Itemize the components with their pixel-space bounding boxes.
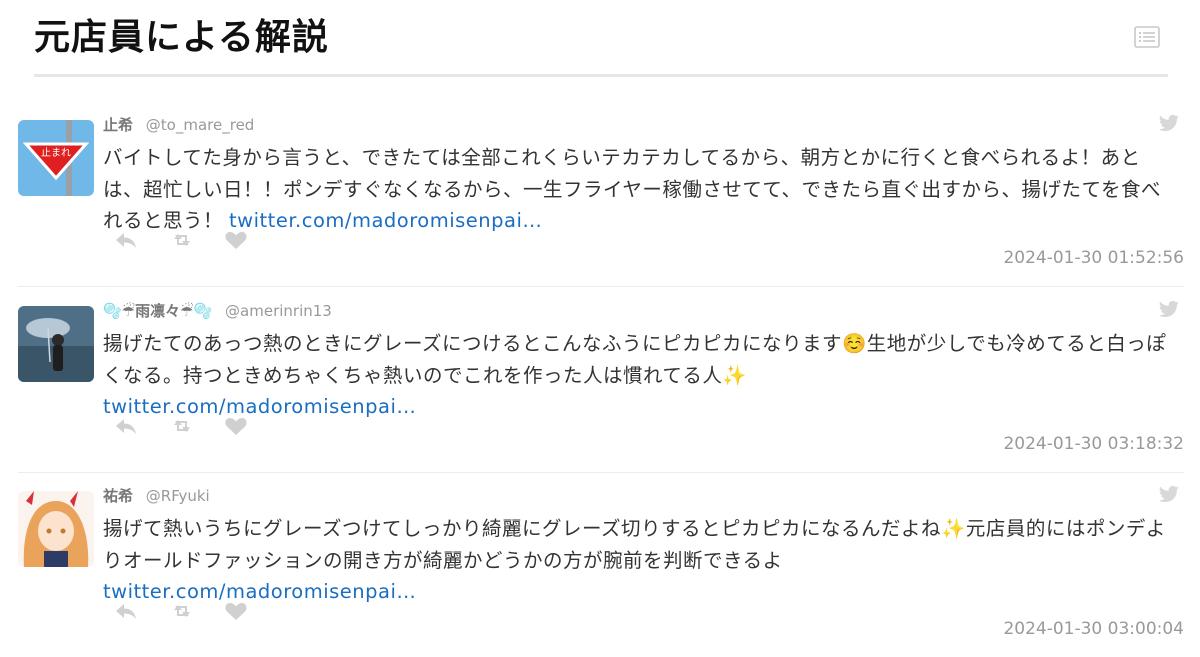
tweet-card: 止まれ 止希 @to_mare_red バイトしてた身から言うと、できたては全部… xyxy=(18,100,1184,287)
reply-icon[interactable] xyxy=(114,601,138,621)
tweet-timestamp[interactable]: 2024-01-30 01:52:56 xyxy=(1003,248,1184,268)
tweet-link[interactable]: twitter.com/madoromisenpai… xyxy=(229,209,542,232)
tweet-timestamp[interactable]: 2024-01-30 03:00:04 xyxy=(1003,619,1184,639)
user-name[interactable]: 止希 xyxy=(103,116,133,134)
twitter-bird-icon[interactable] xyxy=(1158,300,1180,320)
heart-icon[interactable] xyxy=(224,601,248,621)
tweet-text: 揚げて熱いうちにグレーズつけてしっかり綺麗にグレーズ切りするとピカピカになるんだ… xyxy=(103,513,1179,608)
twitter-bird-icon[interactable] xyxy=(1158,114,1180,134)
user-handle[interactable]: @to_mare_red xyxy=(146,116,255,134)
reply-icon[interactable] xyxy=(114,230,138,250)
tweet-text: バイトしてた身から言うと、できたては全部これくらいテカテカしてるから、朝方とかに… xyxy=(103,142,1179,237)
tweet-body: 揚げたてのあっつ熱のときにグレーズにつけるとこんなふうにピカピカになります☺️生… xyxy=(103,332,1167,387)
retweet-icon[interactable] xyxy=(170,230,194,250)
list-icon[interactable] xyxy=(1134,26,1160,48)
tweet-timestamp[interactable]: 2024-01-30 03:18:32 xyxy=(1003,434,1184,454)
retweet-icon[interactable] xyxy=(170,416,194,436)
heart-icon[interactable] xyxy=(224,416,248,436)
tweet-card: 祐希 @RFyuki 揚げて熱いうちにグレーズつけてしっかり綺麗にグレーズ切りす… xyxy=(18,471,1184,657)
avatar[interactable] xyxy=(18,306,94,382)
avatar[interactable] xyxy=(18,491,94,567)
tweet-meta: 祐希 @RFyuki xyxy=(103,485,210,506)
tweet-card: 🫧☔雨凛々☔🫧 @amerinrin13 揚げたてのあっつ熱のときにグレーズにつ… xyxy=(18,286,1184,473)
retweet-icon[interactable] xyxy=(170,601,194,621)
tweet-link[interactable]: twitter.com/madoromisenpai… xyxy=(103,576,1179,608)
user-handle[interactable]: @amerinrin13 xyxy=(225,302,332,320)
avatar[interactable]: 止まれ xyxy=(18,120,94,196)
twitter-bird-icon[interactable] xyxy=(1158,485,1180,505)
user-name[interactable]: 祐希 xyxy=(103,487,133,505)
tweet-body: 揚げて熱いうちにグレーズつけてしっかり綺麗にグレーズ切りするとピカピカになるんだ… xyxy=(103,517,1166,572)
anime-character-avatar-image xyxy=(18,491,94,567)
tweet-text: 揚げたてのあっつ熱のときにグレーズにつけるとこんなふうにピカピカになります☺️生… xyxy=(103,328,1179,423)
user-name[interactable]: 🫧☔雨凛々☔🫧 xyxy=(103,302,212,320)
reply-icon[interactable] xyxy=(114,416,138,436)
article-header: 元店員による解説 xyxy=(34,0,1168,77)
tweet-meta: 止希 @to_mare_red xyxy=(103,114,254,135)
umbrella-girl-avatar-image xyxy=(18,306,94,382)
tweet-meta: 🫧☔雨凛々☔🫧 @amerinrin13 xyxy=(103,300,332,321)
heart-icon[interactable] xyxy=(224,230,248,250)
user-handle[interactable]: @RFyuki xyxy=(146,487,210,505)
stop-sign-avatar-image: 止まれ xyxy=(18,120,94,196)
stop-sign-text: 止まれ xyxy=(41,147,71,159)
tweet-link[interactable]: twitter.com/madoromisenpai… xyxy=(103,391,1179,423)
page-title: 元店員による解説 xyxy=(34,17,329,58)
